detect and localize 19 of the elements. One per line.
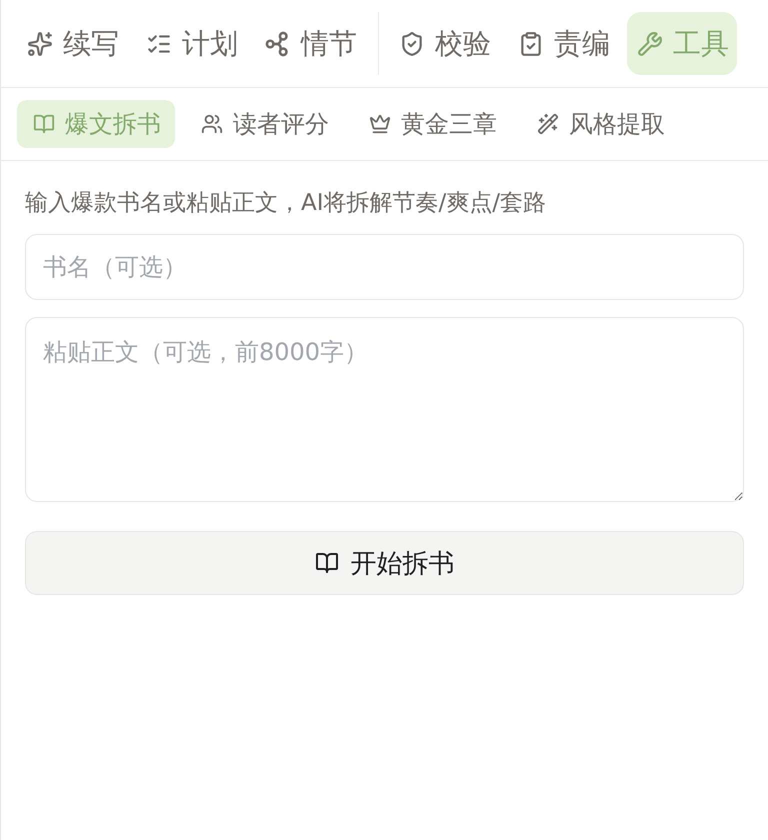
- users-icon: [201, 113, 223, 135]
- sub-tab[interactable]: 黄金三章: [353, 100, 511, 148]
- tab[interactable]: 续写: [17, 12, 127, 75]
- tab[interactable]: 校验: [389, 12, 499, 75]
- crown-icon: [369, 113, 391, 135]
- tab[interactable]: 情节: [255, 12, 365, 75]
- wrench-icon: [637, 30, 663, 56]
- magic-wand-icon: [537, 113, 559, 135]
- start-button[interactable]: 开始拆书: [25, 531, 744, 595]
- sparkles-icon: [27, 30, 53, 56]
- tab[interactable]: 计划: [136, 12, 246, 75]
- title-field[interactable]: 书名（可选）: [25, 234, 744, 300]
- description-text: 输入爆款书名或粘贴正文，AI将拆解节奏/爽点/套路: [25, 189, 548, 217]
- sub-tab[interactable]: 风格提取: [521, 100, 679, 148]
- sub-tab[interactable]: 读者评分: [185, 100, 343, 148]
- book-icon: [314, 551, 338, 575]
- text-field[interactable]: 粘贴正文（可选，前8000字）: [25, 317, 744, 502]
- book-icon: [33, 113, 55, 135]
- tab[interactable]: 责编: [508, 12, 618, 75]
